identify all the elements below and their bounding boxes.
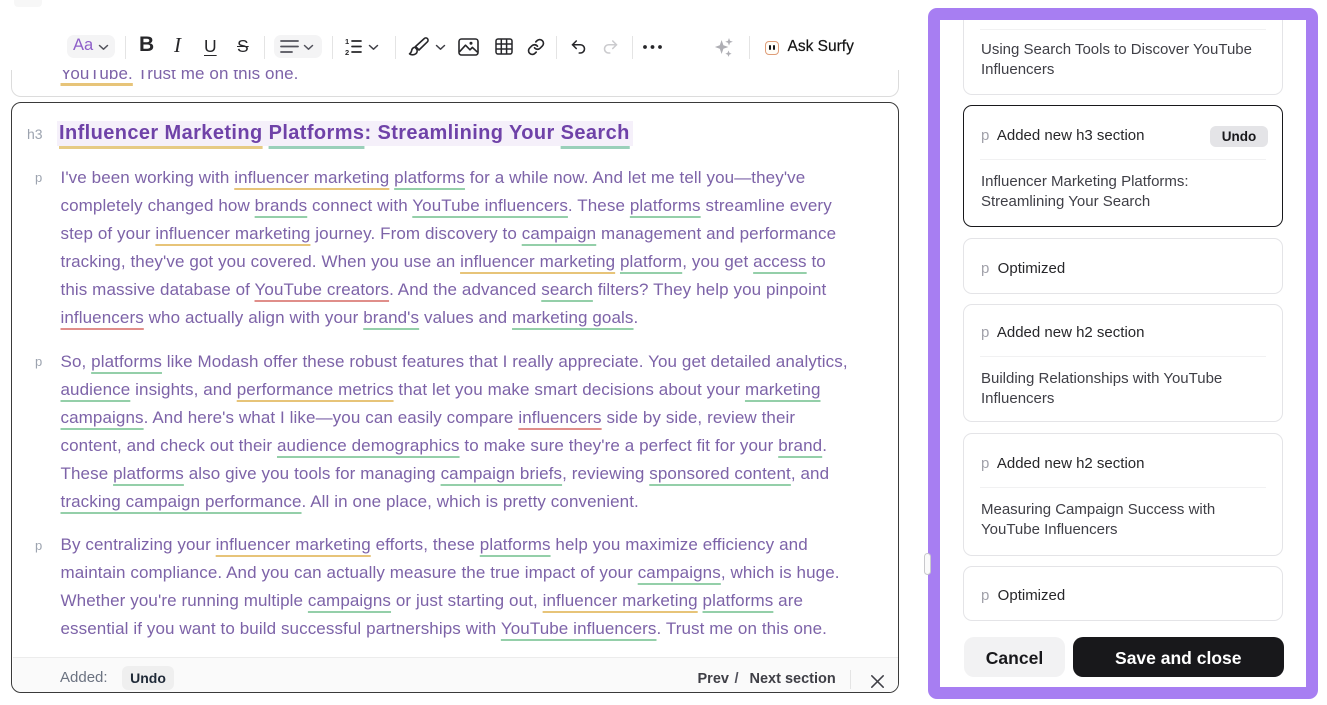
svg-text:2: 2	[345, 48, 349, 55]
svg-text:1: 1	[345, 38, 349, 46]
